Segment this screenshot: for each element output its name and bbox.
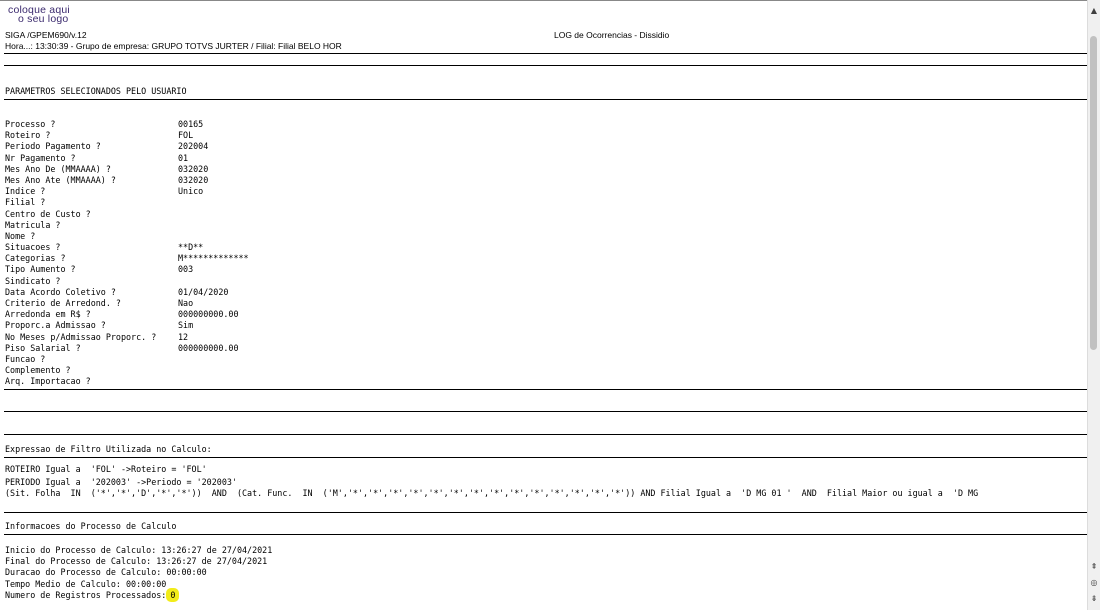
vertical-scrollbar[interactable]: ▲ ⇞ ◎ ⇟ (1087, 0, 1100, 610)
calc-info-line: Duracao do Processo de Calculo: 00:00:00 (5, 567, 207, 578)
param-value: Nao (178, 298, 194, 308)
divider (4, 65, 1087, 66)
divider (4, 457, 1087, 458)
param-label: Piso Salarial ? (5, 342, 81, 353)
param-label: Funcao ? (5, 353, 46, 364)
page-up-icon[interactable]: ⇞ (1088, 560, 1100, 572)
calc-info-title: Informacoes do Processo de Calculo (5, 521, 177, 531)
param-value: FOL (178, 130, 194, 141)
param-label: Arredonda em R$ ? (5, 309, 91, 320)
company-logo: coloque aqui o seu logo (8, 5, 70, 25)
param-value: 000000000.00 (178, 342, 239, 353)
calc-info-line: Inicio do Processo de Calculo: 13:26:27 … (5, 545, 273, 555)
param-value: 01 (178, 152, 189, 163)
divider (4, 534, 1087, 535)
scroll-center-icon[interactable]: ◎ (1088, 576, 1100, 588)
filter-line: ROTEIRO Igual a 'FOL' ->Roteiro = 'FOL' (5, 464, 207, 474)
param-label: Complemento ? (5, 365, 71, 376)
param-label: Situacoes ? (5, 242, 61, 253)
program-version: SIGA /GPEM690/v.12 (5, 30, 87, 40)
param-value: M************* (178, 253, 249, 264)
param-label: Criterio de Arredond. ? (5, 298, 121, 308)
param-label: No Meses p/Admissao Proporc. ? (5, 331, 157, 342)
divider (4, 434, 1087, 435)
calc-info-block: Inicio do Processo de Calculo: 13:26:27 … (5, 545, 273, 602)
param-label: Processo ? (5, 119, 56, 129)
divider (4, 411, 1087, 412)
filter-title: Expressao de Filtro Utilizada no Calculo… (5, 444, 212, 454)
divider (4, 53, 1087, 54)
param-label: Mes Ano De (MMAAAA) ? (5, 163, 111, 174)
param-value: 01/04/2020 (178, 286, 229, 297)
param-label: Mes Ano Ate (MMAAAA) ? (5, 174, 116, 185)
param-label: Categorias ? (5, 253, 66, 264)
param-value: **D** (178, 242, 204, 253)
records-value: 0 (166, 587, 180, 602)
param-label: Data Acordo Coletivo ? (5, 286, 116, 297)
param-label: Indice ? (5, 186, 46, 197)
divider (4, 389, 1087, 390)
param-label: Filial ? (5, 197, 46, 208)
page-down-icon[interactable]: ⇟ (1088, 592, 1100, 604)
param-value: Unico (178, 186, 204, 197)
filter-line: (Sit. Folha IN ('*','*','D','*','*')) AN… (5, 488, 979, 498)
param-label: Matricula ? (5, 219, 61, 230)
logo-line-2: o seu logo (18, 13, 69, 25)
param-label: Tipo Aumento ? (5, 264, 76, 275)
calc-info-line: Final do Processo de Calculo: 13:26:27 d… (5, 556, 268, 567)
param-label: Periodo Pagamento ? (5, 141, 101, 152)
param-value: 202004 (178, 141, 209, 152)
report-page: coloque aqui o seu logo SIGA /GPEM690/v.… (0, 0, 1088, 610)
param-value: 00165 (178, 119, 204, 129)
param-label: Sindicato ? (5, 275, 61, 286)
param-label: Nr Pagamento ? (5, 152, 76, 163)
header-info: Hora...: 13:30:39 - Grupo de empresa: GR… (5, 41, 342, 51)
records-label: Numero de Registros Processados: (5, 589, 167, 600)
param-value: Sim (178, 320, 194, 331)
params-section-title: PARAMETROS SELECIONADOS PELO USUARIO (5, 86, 187, 96)
param-label: Roteiro ? (5, 130, 51, 141)
scroll-up-arrow-icon[interactable]: ▲ (1088, 4, 1100, 16)
param-value: 003 (178, 264, 194, 275)
param-label: Centro de Custo ? (5, 208, 91, 219)
divider (4, 99, 1087, 100)
param-value: 032020 (178, 163, 209, 174)
records-processed-line: Numero de Registros Processados: 0 (5, 587, 272, 602)
param-label: Nome ? (5, 230, 36, 241)
param-label: Arq. Importacao ? (5, 376, 91, 387)
calc-info-line: Tempo Medio de Calculo: 00:00:00 (5, 578, 167, 589)
param-value: 032020 (178, 174, 209, 185)
param-value: 12 (178, 331, 189, 342)
param-label: Proporc.a Admissao ? (5, 320, 106, 331)
divider (4, 512, 1087, 513)
report-title: LOG de Ocorrencias - Dissidio (554, 30, 670, 40)
scrollbar-thumb[interactable] (1090, 36, 1097, 350)
param-value: 000000000.00 (178, 309, 239, 320)
filter-line: PERIODO Igual a '202003' ->Periodo = '20… (5, 477, 237, 487)
top-border (0, 0, 1088, 1)
